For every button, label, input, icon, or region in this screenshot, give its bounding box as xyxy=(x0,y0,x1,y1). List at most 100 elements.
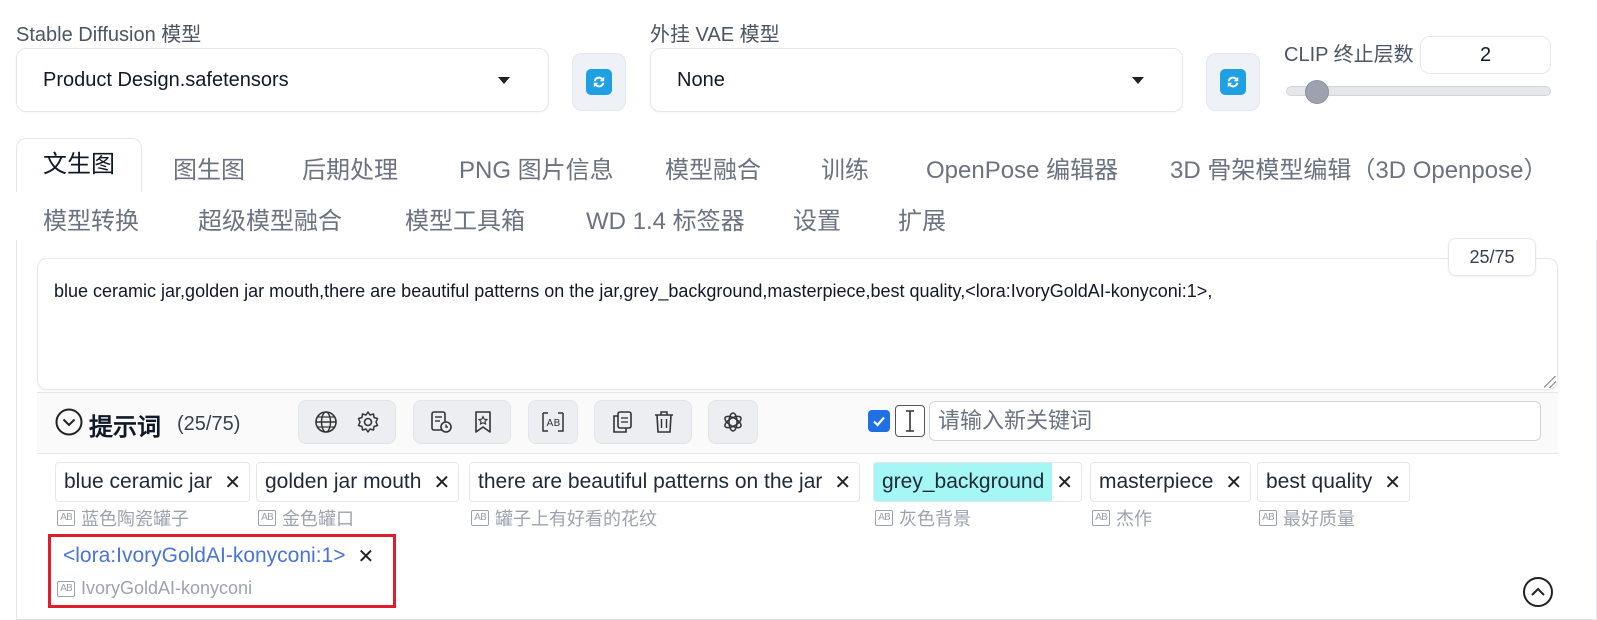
vae-value: None xyxy=(677,68,725,91)
tab-extensions[interactable]: 扩展 xyxy=(898,201,946,236)
tag-text[interactable]: there are beautiful patterns on the jar xyxy=(470,463,830,501)
translate-icon: AB xyxy=(258,510,276,526)
check-icon xyxy=(873,416,885,427)
globe-icon[interactable] xyxy=(312,408,340,436)
close-icon[interactable]: ✕ xyxy=(1221,470,1250,495)
tag-text[interactable]: masterpiece xyxy=(1091,463,1221,501)
tag-translation-text: 杰作 xyxy=(1116,509,1152,529)
toolbar-group-lang xyxy=(298,400,396,444)
tag-translation: AB 灰色背景 xyxy=(875,505,971,531)
sd-model-refresh-button[interactable] xyxy=(572,53,626,111)
translate-icon: AB xyxy=(1259,510,1277,526)
svg-text:B: B xyxy=(554,418,561,429)
tag-text[interactable]: best quality xyxy=(1258,463,1380,501)
text-cursor-icon xyxy=(895,405,925,437)
close-icon[interactable]: ✕ xyxy=(220,470,249,495)
tag-translation-text: 最好质量 xyxy=(1283,509,1355,529)
close-icon[interactable]: ✕ xyxy=(353,544,382,569)
prompt-section-count: (25/75) xyxy=(177,413,241,435)
tag-translation: AB 蓝色陶瓷罐子 xyxy=(57,505,189,531)
prompt-section-title: 提示词 xyxy=(89,414,161,441)
close-icon[interactable]: ✕ xyxy=(1052,470,1081,495)
tag-chip-highlighted[interactable]: grey_background ✕ xyxy=(873,462,1083,502)
sd-model-label: Stable Diffusion 模型 xyxy=(16,24,202,46)
tab-train[interactable]: 训练 xyxy=(821,150,869,185)
translate-icon: AB xyxy=(471,510,489,526)
tab-3d-openpose[interactable]: 3D 骨架模型编辑（3D Openpose） xyxy=(1170,150,1547,185)
tag-translation-text: 灰色背景 xyxy=(899,509,971,529)
tab-txt2img[interactable]: 文生图 xyxy=(16,138,142,192)
close-icon[interactable]: ✕ xyxy=(429,470,458,495)
tag-chip[interactable]: best quality ✕ xyxy=(1257,462,1410,502)
new-keyword-input[interactable]: 请输入新关键词 xyxy=(929,401,1541,441)
tag-text[interactable]: blue ceramic jar xyxy=(56,463,220,501)
translate-icon: AB xyxy=(57,510,75,526)
vae-select[interactable]: None xyxy=(650,48,1183,112)
close-icon[interactable]: ✕ xyxy=(830,470,859,495)
translate-icon: AB xyxy=(57,580,75,597)
tab-openpose-editor[interactable]: OpenPose 编辑器 xyxy=(926,150,1118,185)
tab-extras[interactable]: 后期处理 xyxy=(302,150,398,185)
svg-text:A: A xyxy=(547,418,554,429)
tag-chip[interactable]: there are beautiful patterns on the jar ✕ xyxy=(469,462,861,502)
clip-skip-input[interactable]: 2 xyxy=(1420,36,1551,74)
resize-handle[interactable] xyxy=(1544,376,1556,388)
prompt-text: blue ceramic jar,golden jar mouth,there … xyxy=(54,281,1213,301)
tab-png-info[interactable]: PNG 图片信息 xyxy=(459,150,614,185)
tag-translation: AB IvoryGoldAI-konyconi xyxy=(57,578,252,599)
translate-icon[interactable]: AB xyxy=(539,408,567,436)
toolbar-group-translate: AB xyxy=(528,400,578,444)
tag-translation-text: 蓝色陶瓷罐子 xyxy=(81,509,189,529)
tab-settings[interactable]: 设置 xyxy=(793,201,841,236)
tag-text[interactable]: golden jar mouth xyxy=(257,463,429,501)
tag-translation: AB 罐子上有好看的花纹 xyxy=(471,505,657,531)
sd-model-select[interactable]: Product Design.safetensors xyxy=(16,48,549,112)
chevron-up-icon xyxy=(1531,587,1545,596)
clip-skip-slider-thumb[interactable] xyxy=(1305,80,1330,104)
chevron-down-icon xyxy=(1132,77,1144,84)
tag-chip[interactable]: blue ceramic jar ✕ xyxy=(55,462,250,502)
translate-icon: AB xyxy=(1092,510,1110,526)
toolbar-group-history xyxy=(413,400,511,444)
prompt-section-header[interactable]: 提示词 (25/75) xyxy=(55,407,240,442)
auto-translate-checkbox[interactable] xyxy=(868,410,890,432)
collapse-up-button[interactable] xyxy=(1523,577,1553,607)
chevron-down-icon xyxy=(498,77,510,84)
tag-translation-text: IvoryGoldAI-konyconi xyxy=(81,578,253,598)
tag-chip[interactable]: golden jar mouth ✕ xyxy=(256,462,460,502)
history-icon[interactable] xyxy=(427,408,455,436)
tab-img2img[interactable]: 图生图 xyxy=(173,150,245,185)
tab-super-merger[interactable]: 超级模型融合 xyxy=(198,201,342,236)
tab-model-converter[interactable]: 模型转换 xyxy=(43,201,139,236)
sd-model-value: Product Design.safetensors xyxy=(43,68,289,91)
refresh-icon xyxy=(1220,69,1246,95)
copy-icon[interactable] xyxy=(608,408,636,436)
openai-icon[interactable] xyxy=(719,408,747,436)
toolbar-group-edit xyxy=(594,400,692,444)
refresh-icon xyxy=(586,69,612,95)
translate-icon: AB xyxy=(875,510,893,526)
tag-chip[interactable]: masterpiece ✕ xyxy=(1090,462,1252,502)
toolbar-group-ai xyxy=(708,400,758,444)
lora-tag-text[interactable]: <lora:IvoryGoldAI-konyconi:1> xyxy=(55,536,353,576)
bookmark-icon[interactable] xyxy=(469,408,497,436)
trash-icon[interactable] xyxy=(650,408,678,436)
prompt-textarea[interactable]: blue ceramic jar,golden jar mouth,there … xyxy=(37,258,1558,390)
tag-translation: AB 杰作 xyxy=(1092,505,1152,531)
clip-skip-label: CLIP 终止层数 xyxy=(1284,44,1414,66)
tag-text[interactable]: grey_background xyxy=(874,463,1053,501)
tab-model-toolkit[interactable]: 模型工具箱 xyxy=(405,201,525,236)
tag-translation-text: 罐子上有好看的花纹 xyxy=(495,509,657,529)
vae-refresh-button[interactable] xyxy=(1206,53,1260,111)
close-icon[interactable]: ✕ xyxy=(1380,470,1409,495)
tag-translation: AB 最好质量 xyxy=(1259,505,1355,531)
collapse-circle-icon xyxy=(55,408,83,441)
vae-label: 外挂 VAE 模型 xyxy=(650,24,780,46)
lora-tag-chip[interactable]: <lora:IvoryGoldAI-konyconi:1> ✕ xyxy=(55,536,382,576)
tab-checkpoint-merger[interactable]: 模型融合 xyxy=(665,150,761,185)
tag-translation-text: 金色罐口 xyxy=(282,509,354,529)
tab-wd14-tagger[interactable]: WD 1.4 标签器 xyxy=(586,201,745,236)
tag-translation: AB 金色罐口 xyxy=(258,505,354,531)
token-counter: 25/75 xyxy=(1448,238,1536,276)
settings-icon[interactable] xyxy=(354,408,382,436)
